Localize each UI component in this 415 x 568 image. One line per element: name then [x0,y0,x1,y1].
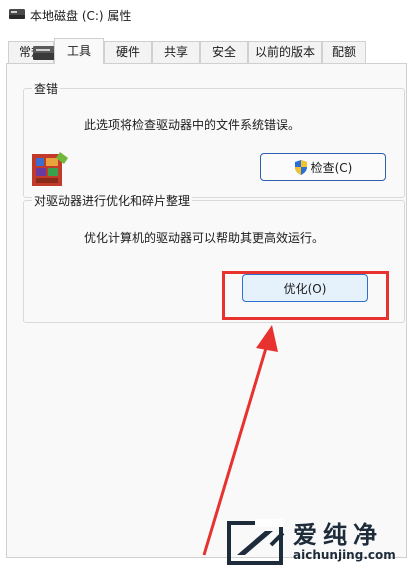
error-check-description: 此选项将检查驱动器中的文件系统错误。 [84,118,301,132]
highlight-box [222,271,389,320]
uac-shield-icon [294,159,307,175]
tab-hardware[interactable]: 硬件 [104,41,152,64]
tab-security[interactable]: 安全 [200,41,248,64]
defrag-icon [32,152,68,186]
tab-previous-versions[interactable]: 以前的版本 [248,41,322,64]
error-check-group: 查错 此选项将检查驱动器中的文件系统错误。 检查(C) [23,80,405,198]
tab-tools[interactable]: 工具 [54,38,104,64]
watermark-brand: 爱纯净 [293,521,383,549]
drive-title-icon [9,9,25,19]
optimize-description: 优化计算机的驱动器可以帮助其更高效运行。 [84,231,325,245]
check-button[interactable]: 检查(C) [260,153,386,181]
window-title: 本地磁盘 (C:) 属性 [30,9,132,23]
optimize-title: 对驱动器进行优化和碎片整理 [32,192,193,209]
tab-quota[interactable]: 配额 [322,41,366,64]
title-bar: 本地磁盘 (C:) 属性 [0,0,415,30]
watermark-url: aichunjing.com [293,548,396,562]
tab-strip: 常规 工具 硬件 共享 安全 以前的版本 配额 [0,38,415,64]
check-button-label: 检查(C) [310,160,353,175]
watermark-logo-icon [227,519,285,565]
error-check-title: 查错 [32,80,61,97]
watermark: 爱纯净 aichunjing.com [223,515,413,568]
tab-sharing[interactable]: 共享 [152,41,200,64]
